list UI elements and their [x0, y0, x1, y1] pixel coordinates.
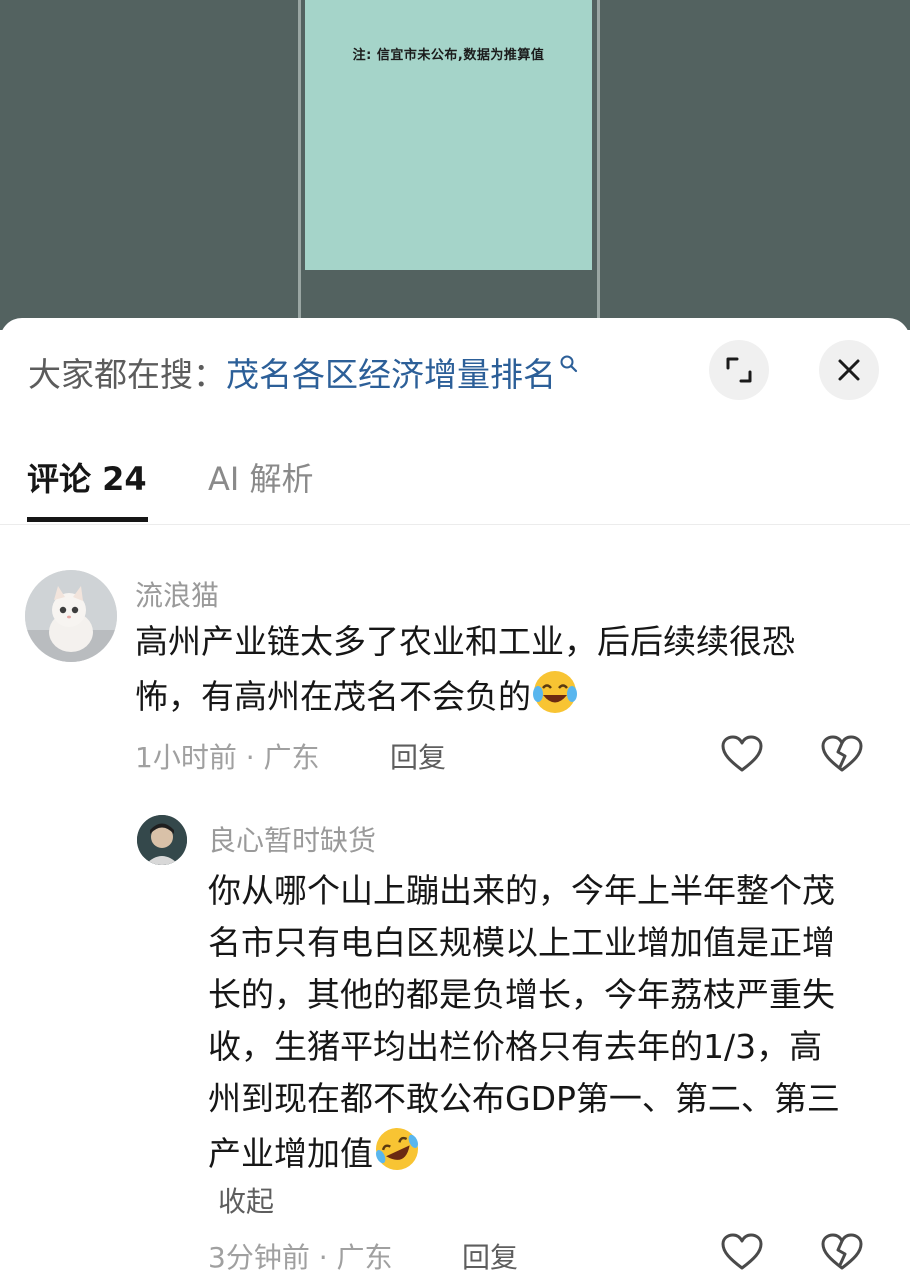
broken-heart-icon[interactable] [820, 1232, 864, 1272]
tab-bar: 评论 24 AI 解析 [0, 448, 910, 525]
image-note: 注: 信宜市未公布,数据为推算值 [352, 48, 545, 63]
trending-search-link[interactable]: 茂名各区经济增量排名 [226, 348, 556, 396]
trending-search-prefix: 大家都在搜： [28, 355, 226, 394]
reply-body: 你从哪个山上蹦出来的，今年上半年整个茂名市只有电白区规模以上工业增加值是正增长的… [208, 865, 848, 1180]
avatar[interactable] [137, 815, 187, 865]
comment-meta: 1小时前 · 广东 [135, 741, 320, 774]
user-avatar-icon [137, 815, 187, 865]
expand-icon [726, 357, 752, 383]
trending-search[interactable]: 大家都在搜： 茂名各区经济增量排名 [28, 350, 579, 394]
broken-heart-icon[interactable] [820, 734, 864, 774]
comment-text: 高州产业链太多了农业和工业，后后续续很恐怖，有高州在茂名不会负的 [135, 622, 795, 716]
reply-text: 你从哪个山上蹦出来的，今年上半年整个茂名市只有电白区规模以上工业增加值是正增长的… [208, 871, 840, 1173]
comments-sheet: 大家都在搜： 茂名各区经济增量排名 评论 24 AI 解析 流浪猫 高州产业链太… [0, 318, 910, 1280]
heart-icon[interactable] [720, 1232, 764, 1272]
heart-icon[interactable] [720, 734, 764, 774]
comment-username[interactable]: 流浪猫 [135, 574, 219, 614]
reply-username[interactable]: 良心暂时缺货 [208, 819, 376, 859]
collapse-button[interactable]: 收起 [218, 1180, 274, 1220]
expand-button[interactable] [709, 340, 769, 400]
tab-comments[interactable]: 评论 24 [27, 454, 147, 500]
crying-laughing-emoji [533, 671, 577, 713]
close-button[interactable] [819, 340, 879, 400]
image-divider [597, 0, 600, 330]
reply-button[interactable]: 回复 [462, 1236, 518, 1276]
reply-button[interactable]: 回复 [390, 736, 446, 776]
post-image[interactable]: 注: 信宜市未公布,数据为推算值 [0, 0, 910, 330]
search-icon [560, 355, 578, 373]
reply-meta: 3分钟前 · 广东 [208, 1241, 393, 1274]
avatar[interactable] [25, 570, 117, 662]
cat-avatar-icon [25, 570, 117, 662]
chart-panel [305, 0, 592, 270]
close-icon [838, 359, 860, 381]
active-tab-indicator [27, 517, 148, 522]
image-divider [298, 0, 301, 330]
tab-ai-analysis[interactable]: AI 解析 [208, 454, 314, 500]
comment-body: 高州产业链太多了农业和工业，后后续续很恐怖，有高州在茂名不会负的 [135, 616, 855, 723]
rolling-laughing-emoji [376, 1128, 418, 1170]
